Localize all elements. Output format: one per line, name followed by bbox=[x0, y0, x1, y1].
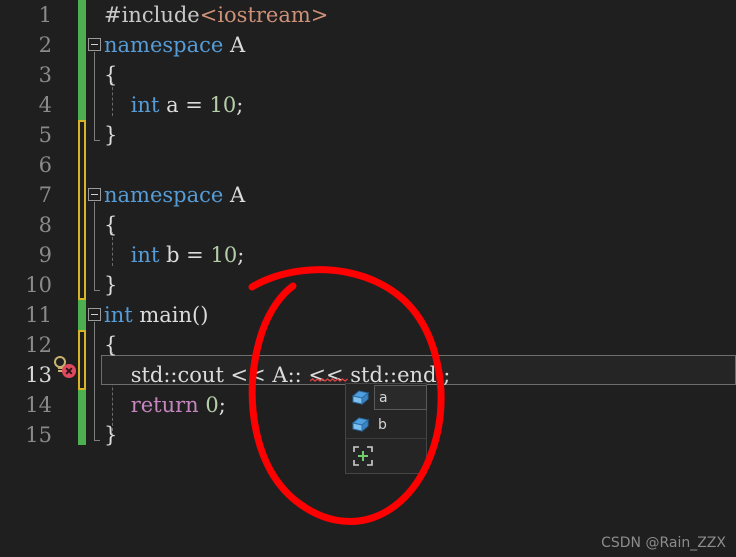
expand-crosshair-icon[interactable] bbox=[352, 445, 374, 467]
line-number-4: 4 bbox=[38, 93, 52, 117]
line-number-11: 11 bbox=[25, 303, 52, 327]
line-number-5: 5 bbox=[38, 123, 52, 147]
token-close-brace-2: } bbox=[104, 273, 118, 297]
fold-marker-line-11[interactable] bbox=[88, 308, 101, 321]
line-number-8: 8 bbox=[38, 213, 52, 237]
token-namespace-a: namespace A bbox=[104, 33, 246, 57]
fold-region-line-7 bbox=[94, 202, 95, 290]
fold-region-foot-2 bbox=[94, 140, 100, 141]
line-number-10: 10 bbox=[25, 273, 52, 297]
code-line-10[interactable]: } bbox=[104, 270, 117, 300]
line-number-13: 13 bbox=[25, 363, 52, 387]
line-number-7: 7 bbox=[38, 183, 52, 207]
code-line-14[interactable]: return 0; bbox=[104, 390, 226, 420]
token-open-brace-3: { bbox=[104, 333, 118, 357]
token-close-brace-3: } bbox=[104, 423, 118, 447]
autocomplete-item-b[interactable]: b bbox=[346, 411, 426, 438]
token-open-brace-2: { bbox=[104, 213, 118, 237]
autocomplete-expand-row[interactable] bbox=[346, 439, 426, 473]
change-bar-unsaved-2 bbox=[78, 330, 86, 390]
code-line-15[interactable]: } bbox=[104, 420, 117, 450]
line-number-3: 3 bbox=[38, 63, 52, 87]
code-line-5[interactable]: } bbox=[104, 120, 117, 150]
code-line-3[interactable]: { bbox=[104, 60, 117, 90]
fold-region-line-2 bbox=[94, 52, 95, 140]
token-int-a: int a = 10; bbox=[130, 93, 244, 117]
change-bar-saved-2 bbox=[78, 300, 86, 330]
code-line-11[interactable]: int main() bbox=[104, 300, 208, 330]
line-number-15: 15 bbox=[25, 423, 52, 447]
variable-box-icon bbox=[350, 388, 370, 408]
code-line-2[interactable]: namespace A bbox=[104, 30, 245, 60]
line-number-14: 14 bbox=[25, 393, 52, 417]
code-line-1[interactable]: #include<iostream> bbox=[104, 0, 328, 30]
token-include: #include<iostream> bbox=[104, 3, 329, 27]
change-bar-saved-3 bbox=[78, 390, 86, 445]
line-number-gutter: 1 2 3 4 5 6 7 8 9 10 11 12 13 14 15 bbox=[0, 0, 72, 557]
token-namespace-a-2: namespace A bbox=[104, 183, 246, 207]
token-open-brace-1: { bbox=[104, 63, 118, 87]
autocomplete-item-a-label: a bbox=[379, 389, 388, 406]
code-line-9[interactable]: int b = 10; bbox=[104, 240, 245, 270]
error-badge-icon bbox=[62, 364, 76, 378]
change-bar-saved-1 bbox=[78, 0, 86, 120]
token-int-b: int b = 10; bbox=[130, 243, 245, 267]
autocomplete-popup[interactable]: a b bbox=[345, 383, 427, 474]
code-line-12[interactable]: { bbox=[104, 330, 117, 360]
token-int-main: int main() bbox=[104, 303, 209, 327]
line-number-12: 12 bbox=[25, 333, 52, 357]
line-number-6: 6 bbox=[38, 153, 52, 177]
line-number-2: 2 bbox=[38, 33, 52, 57]
watermark-text: CSDN @Rain_ZZX bbox=[601, 535, 726, 551]
autocomplete-item-b-wrap: b bbox=[374, 412, 426, 437]
autocomplete-item-b-label: b bbox=[378, 416, 387, 433]
autocomplete-item-a-wrap: a bbox=[374, 385, 427, 410]
fold-region-line-11 bbox=[94, 322, 95, 440]
token-close-brace-1: } bbox=[104, 123, 118, 147]
line-number-1: 1 bbox=[38, 3, 52, 27]
token-return-0: return 0; bbox=[130, 393, 226, 417]
error-squiggle bbox=[310, 378, 348, 383]
variable-box-icon bbox=[350, 415, 370, 435]
lightbulb-error-icon[interactable] bbox=[52, 356, 80, 384]
fold-region-foot-11 bbox=[94, 440, 100, 441]
code-editor[interactable]: 1 2 3 4 5 6 7 8 9 10 11 12 13 14 15 #inc… bbox=[0, 0, 736, 557]
fold-marker-line-7[interactable] bbox=[88, 188, 101, 201]
fold-region-foot-7 bbox=[94, 290, 100, 291]
line-number-9: 9 bbox=[38, 243, 52, 267]
code-line-7[interactable]: namespace A bbox=[104, 180, 245, 210]
code-line-8[interactable]: { bbox=[104, 210, 117, 240]
autocomplete-item-a[interactable]: a bbox=[346, 384, 427, 411]
fold-marker-line-2[interactable] bbox=[88, 38, 101, 51]
change-bar-unsaved-1 bbox=[78, 120, 86, 300]
code-line-4[interactable]: int a = 10; bbox=[104, 90, 244, 120]
